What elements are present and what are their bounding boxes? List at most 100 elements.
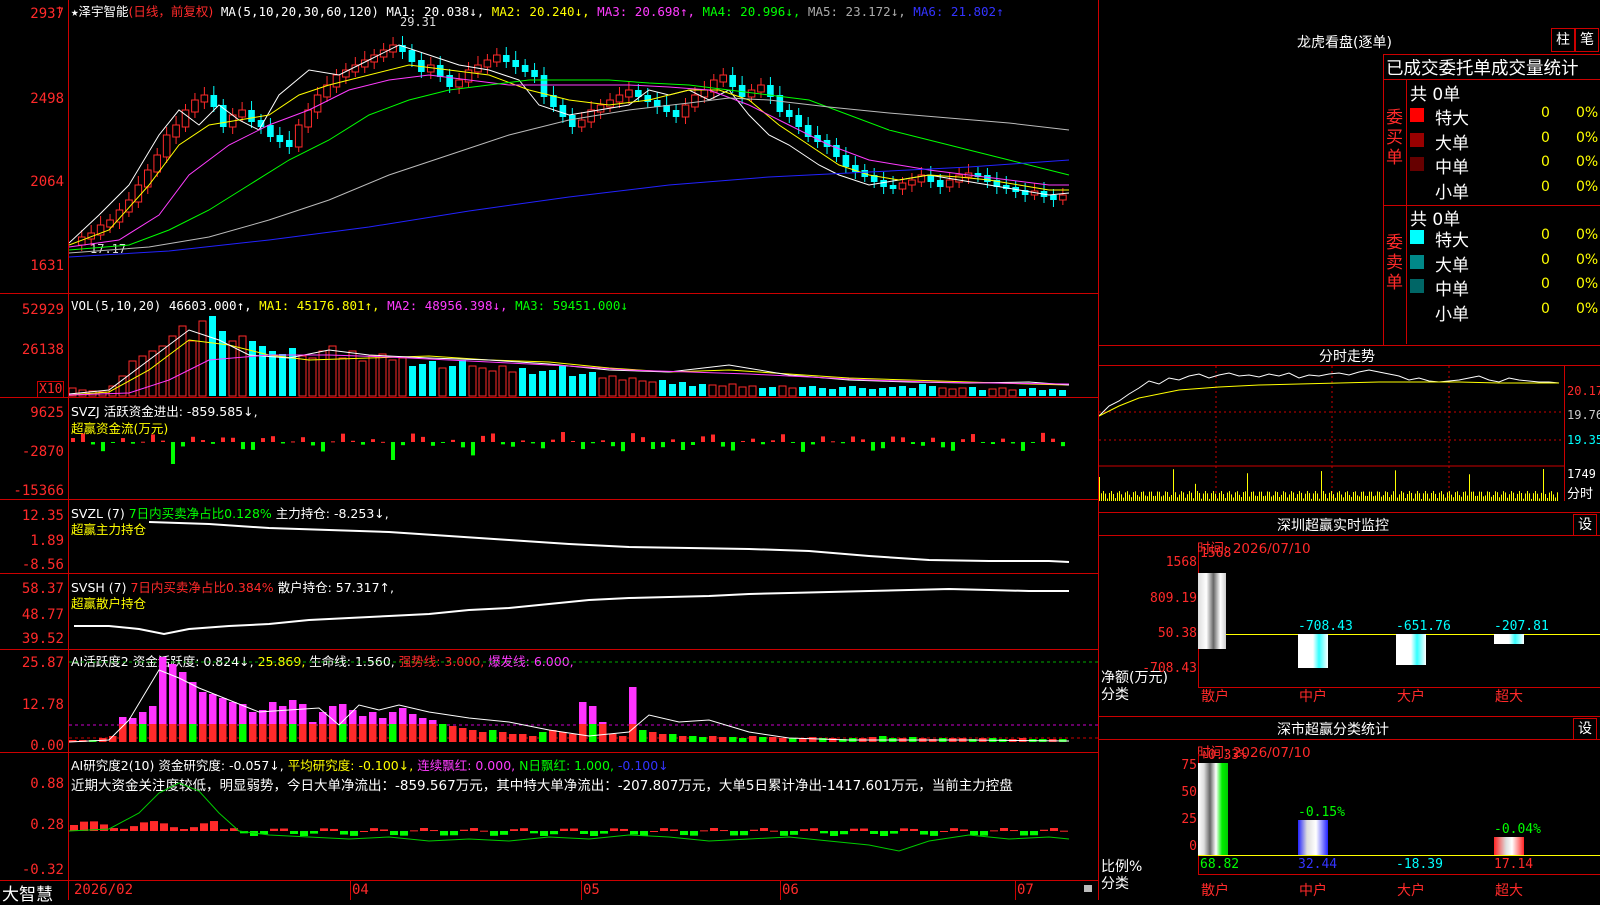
volume-bar xyxy=(769,387,776,396)
activity-bar xyxy=(589,724,597,742)
price-candles[interactable] xyxy=(69,15,1098,297)
intraday-volume-bar xyxy=(1135,491,1136,501)
flow-bar xyxy=(71,438,75,442)
volume-bars[interactable] xyxy=(69,300,1098,397)
intraday-volume-bar xyxy=(1445,497,1446,501)
intraday-volume-bar xyxy=(1295,497,1296,501)
volume-bar xyxy=(689,386,696,396)
volume-bar xyxy=(839,387,846,396)
research-bar xyxy=(690,831,698,836)
candle xyxy=(493,54,501,63)
monitor-value: -207.81 xyxy=(1494,619,1549,634)
intraday-volume-bar xyxy=(1331,491,1332,501)
intraday-volume-bar xyxy=(1305,493,1306,501)
intraday-volume-bar xyxy=(1391,494,1392,501)
intraday-panel[interactable]: 分时走势 20.17 19.76 19.35 1749 分时 xyxy=(1099,345,1600,512)
intraday-price-label: 19.76 xyxy=(1567,408,1600,422)
intraday-volume-bar xyxy=(1201,498,1202,501)
intraday-volume-bar xyxy=(1267,491,1268,501)
activity-bar xyxy=(139,712,147,724)
activity-bar xyxy=(399,708,407,724)
volume-bar xyxy=(498,365,507,397)
candle xyxy=(577,119,586,128)
volume-bar xyxy=(529,374,536,396)
intraday-volume-bar xyxy=(1365,495,1366,501)
classify-category: 大户 xyxy=(1397,883,1425,899)
volume-bar xyxy=(138,355,147,397)
bar-view-button[interactable]: 柱 xyxy=(1551,28,1575,52)
flow-bar xyxy=(701,436,705,442)
flow-bar xyxy=(161,440,165,442)
research-bar xyxy=(80,821,88,831)
flow-bar xyxy=(421,436,425,442)
research-bar xyxy=(100,824,108,831)
intraday-volume-bar xyxy=(1187,494,1188,501)
intraday-volume-bar xyxy=(1495,491,1496,501)
volume-bar xyxy=(1029,388,1036,396)
intraday-volume-bar xyxy=(1225,497,1226,501)
volume-bar xyxy=(778,385,787,397)
flow-bar xyxy=(191,436,195,442)
flow-bar xyxy=(1001,438,1005,442)
intraday-volume-bar xyxy=(1165,491,1166,501)
intraday-volume-bar xyxy=(1155,495,1156,501)
activity-bar xyxy=(229,702,237,724)
intraday-volume-bar xyxy=(1549,492,1550,501)
intraday-chart[interactable] xyxy=(1099,366,1565,501)
classify-value: 17.14 xyxy=(1494,857,1534,872)
volume-bar xyxy=(468,365,477,397)
intraday-volume-bar xyxy=(1423,493,1424,501)
intraday-volume-bar xyxy=(1345,492,1346,501)
flow-bar xyxy=(1051,438,1055,442)
intraday-volume-bar xyxy=(1285,492,1286,501)
flow-bar xyxy=(951,442,955,451)
research-bar xyxy=(750,829,758,831)
research-bar xyxy=(1050,828,1058,831)
volume-bar xyxy=(979,390,986,396)
stat-header: 已成交委托单成交量统计 xyxy=(1386,59,1579,79)
research-bar xyxy=(310,831,318,834)
activity-bar xyxy=(199,692,207,724)
stroke-view-button[interactable]: 笔 xyxy=(1575,28,1599,52)
ai2-bars[interactable] xyxy=(69,753,1098,881)
monitor-settings-button[interactable]: 设 xyxy=(1573,514,1597,536)
intraday-volume-bar xyxy=(1487,491,1488,501)
flow-bar xyxy=(561,432,565,442)
candle xyxy=(691,94,699,108)
intraday-volume-bar xyxy=(1215,493,1216,501)
buy-row-count: 0 xyxy=(1541,178,1550,195)
flow-bar xyxy=(731,442,735,451)
price-axis-label: 1631 xyxy=(30,258,64,274)
volume-bar xyxy=(759,388,766,396)
volume-bar xyxy=(419,364,426,396)
candle xyxy=(955,174,963,183)
volume-bar xyxy=(198,320,207,397)
flow-bar xyxy=(431,442,435,446)
kline-chart-area[interactable]: 2937 2498 2064 1631 ↑ ★泽宇智能(日线，前复权) MA(5… xyxy=(0,0,1098,905)
candle xyxy=(719,74,728,83)
candle xyxy=(606,99,614,108)
intraday-volume-bar xyxy=(1453,497,1454,501)
classify-settings-button[interactable]: 设 xyxy=(1573,718,1597,740)
flow-bar xyxy=(681,442,685,450)
activity-bar xyxy=(609,734,617,742)
svzj-bars[interactable] xyxy=(69,398,1098,498)
intraday-volume-bar xyxy=(1507,497,1508,501)
svsh-line[interactable] xyxy=(69,574,1098,648)
flow-bar xyxy=(621,442,625,452)
candle xyxy=(143,169,152,188)
volume-bar xyxy=(879,388,886,396)
classify-pct: -0.15% xyxy=(1298,805,1345,820)
activity-bar xyxy=(249,724,257,742)
flow-bar xyxy=(401,442,405,446)
candle xyxy=(267,125,274,137)
research-bar xyxy=(200,823,208,831)
monitor-bars[interactable] xyxy=(1198,535,1600,695)
ai1-bars[interactable] xyxy=(69,650,1098,752)
activity-bar xyxy=(189,724,197,742)
intraday-volume-bar xyxy=(1555,497,1556,501)
activity-bar xyxy=(199,724,207,742)
svzl-line[interactable] xyxy=(69,500,1098,572)
buy-row-pct: 0% xyxy=(1576,154,1599,170)
sell-row-count: 0 xyxy=(1541,227,1550,243)
